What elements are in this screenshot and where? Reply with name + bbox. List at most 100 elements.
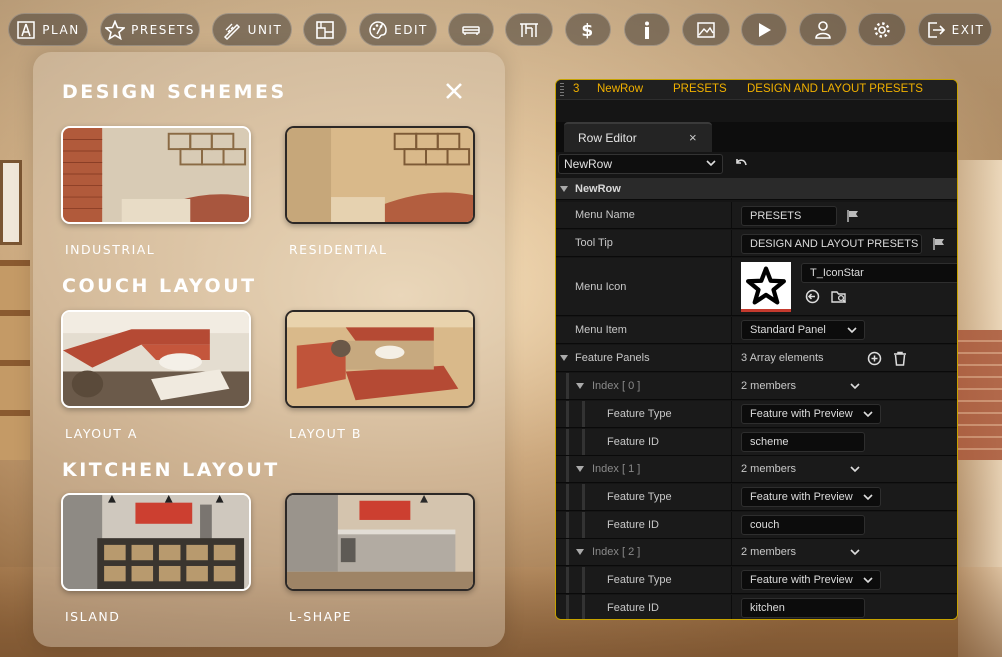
- feature-type-value: Feature with Preview: [750, 408, 853, 420]
- feature-id-input[interactable]: couch: [741, 515, 865, 535]
- image-icon: [697, 21, 715, 38]
- info-button[interactable]: [624, 13, 670, 46]
- user-icon: [815, 20, 831, 39]
- background-picture-frame: [0, 160, 22, 245]
- thumb-industrial[interactable]: [61, 126, 251, 224]
- close-icon[interactable]: [443, 80, 465, 102]
- tool-tip-input[interactable]: DESIGN AND LAYOUT PRESETS: [741, 234, 922, 254]
- thumb-residential[interactable]: [285, 126, 475, 224]
- edit-label: EDIT: [394, 22, 428, 37]
- tab-row-editor[interactable]: Row Editor ×: [564, 122, 712, 152]
- palette-icon: [369, 20, 387, 39]
- feature-id-value: scheme: [750, 436, 789, 448]
- group-header-newrow[interactable]: NewRow: [556, 178, 957, 200]
- menu-icon-asset-field[interactable]: T_IconStar: [801, 263, 957, 283]
- thumb-label-layout-a: LAYOUT A: [65, 426, 138, 441]
- array-element-2-members: 2 members: [741, 546, 797, 558]
- ruler-pencil-icon: [223, 23, 240, 40]
- undo-icon[interactable]: [734, 156, 748, 170]
- floorplan-button[interactable]: [303, 13, 347, 46]
- floorplan-icon: [316, 20, 334, 39]
- play-button[interactable]: [741, 13, 787, 46]
- thumb-layout-a[interactable]: [61, 310, 251, 408]
- breadcrumb-index: 3: [573, 83, 580, 95]
- array-element-1-index: Index [ 1 ]: [592, 463, 641, 475]
- play-icon: [759, 22, 771, 37]
- gear-icon: [874, 21, 890, 38]
- background-shelf: [0, 260, 30, 460]
- dollar-icon: $: [581, 21, 593, 40]
- expand-caret-icon: [560, 185, 568, 192]
- feature-id-input[interactable]: kitchen: [741, 598, 865, 618]
- furniture-button[interactable]: [448, 13, 494, 46]
- menu-name-value: PRESETS: [750, 210, 802, 222]
- browse-asset-icon[interactable]: [831, 289, 847, 304]
- design-schemes-panel: DESIGN SCHEMES INDUSTRIAL RESIDENTIAL CO…: [33, 52, 505, 647]
- account-button[interactable]: [799, 13, 847, 46]
- row-select-dropdown[interactable]: NewRow: [558, 154, 723, 174]
- menu-name-input[interactable]: PRESETS: [741, 206, 837, 226]
- star-icon: [105, 19, 126, 40]
- background-brick-wall: [952, 330, 1002, 460]
- pricing-button[interactable]: $: [565, 13, 611, 46]
- section-title-couch-layout: COUCH LAYOUT: [62, 275, 257, 297]
- feature-id-label: Feature ID: [607, 602, 659, 614]
- feature-id-label: Feature ID: [607, 519, 659, 531]
- localize-flag-icon[interactable]: [846, 209, 860, 223]
- tab-close-icon[interactable]: ×: [689, 130, 697, 145]
- array-element-2-feature-type: Feature Type Feature with Preview: [556, 567, 957, 594]
- feature-type-value: Feature with Preview: [750, 491, 853, 503]
- breadcrumb-tooltip[interactable]: DESIGN AND LAYOUT PRESETS: [747, 83, 923, 95]
- exit-label: EXIT: [951, 22, 985, 37]
- tab-row-editor-label: Row Editor: [578, 131, 637, 145]
- prop-row-feature-panels[interactable]: Feature Panels 3 Array elements: [556, 345, 957, 372]
- edit-button[interactable]: EDIT: [359, 13, 437, 46]
- thumb-island[interactable]: [61, 493, 251, 591]
- unit-button[interactable]: UNIT: [212, 13, 292, 46]
- thumb-layout-b[interactable]: [285, 310, 475, 408]
- plan-button[interactable]: PLAN: [8, 13, 88, 46]
- breadcrumb: 3 NewRow PRESETS DESIGN AND LAYOUT PRESE…: [556, 80, 957, 100]
- expand-caret-icon: [576, 549, 584, 555]
- array-element-2-header[interactable]: Index [ 2 ] 2 members: [556, 539, 957, 566]
- prop-row-tool-tip: Tool Tip DESIGN AND LAYOUT PRESETS: [556, 230, 957, 257]
- settings-button[interactable]: [858, 13, 906, 46]
- feature-id-value: kitchen: [750, 602, 785, 614]
- group-name: NewRow: [575, 182, 621, 195]
- trash-icon[interactable]: [893, 351, 907, 366]
- breadcrumb-menu[interactable]: PRESETS: [673, 83, 727, 95]
- feature-type-dropdown[interactable]: Feature with Preview: [741, 404, 881, 424]
- menu-item-dropdown[interactable]: Standard Panel: [741, 320, 865, 340]
- feature-type-dropdown[interactable]: Feature with Preview: [741, 570, 881, 590]
- sofa-icon: [462, 25, 480, 35]
- menu-icon-thumbnail[interactable]: [741, 262, 791, 312]
- add-element-icon[interactable]: [867, 351, 882, 366]
- table-button[interactable]: [505, 13, 553, 46]
- menu-name-label: Menu Name: [575, 209, 635, 221]
- menu-icon-label: Menu Icon: [575, 280, 627, 293]
- thumb-label-layout-b: LAYOUT B: [289, 426, 362, 441]
- breadcrumb-row[interactable]: NewRow: [597, 83, 643, 95]
- exit-icon: [927, 21, 945, 38]
- localize-flag-icon[interactable]: [932, 237, 946, 251]
- chevron-down-icon[interactable]: [850, 466, 860, 473]
- use-selected-asset-icon[interactable]: [805, 289, 820, 304]
- chevron-down-icon: [863, 577, 873, 584]
- feature-type-dropdown[interactable]: Feature with Preview: [741, 487, 881, 507]
- exit-button[interactable]: EXIT: [918, 13, 992, 46]
- presets-button[interactable]: PRESETS: [100, 13, 200, 46]
- feature-id-input[interactable]: scheme: [741, 432, 865, 452]
- array-element-0-members: 2 members: [741, 380, 797, 392]
- array-element-1-feature-type: Feature Type Feature with Preview: [556, 484, 957, 511]
- array-element-2-index: Index [ 2 ]: [592, 546, 641, 558]
- array-element-1-header[interactable]: Index [ 1 ] 2 members: [556, 456, 957, 483]
- row-editor-window: 3 NewRow PRESETS DESIGN AND LAYOUT PRESE…: [555, 79, 958, 620]
- thumb-l-shape[interactable]: [285, 493, 475, 591]
- array-element-0-header[interactable]: Index [ 0 ] 2 members: [556, 373, 957, 400]
- chevron-down-icon[interactable]: [850, 383, 860, 390]
- presets-label: PRESETS: [131, 22, 195, 37]
- prop-row-menu-name: Menu Name PRESETS: [556, 202, 957, 229]
- drag-handle[interactable]: [560, 83, 564, 96]
- gallery-button[interactable]: [682, 13, 730, 46]
- chevron-down-icon[interactable]: [850, 549, 860, 556]
